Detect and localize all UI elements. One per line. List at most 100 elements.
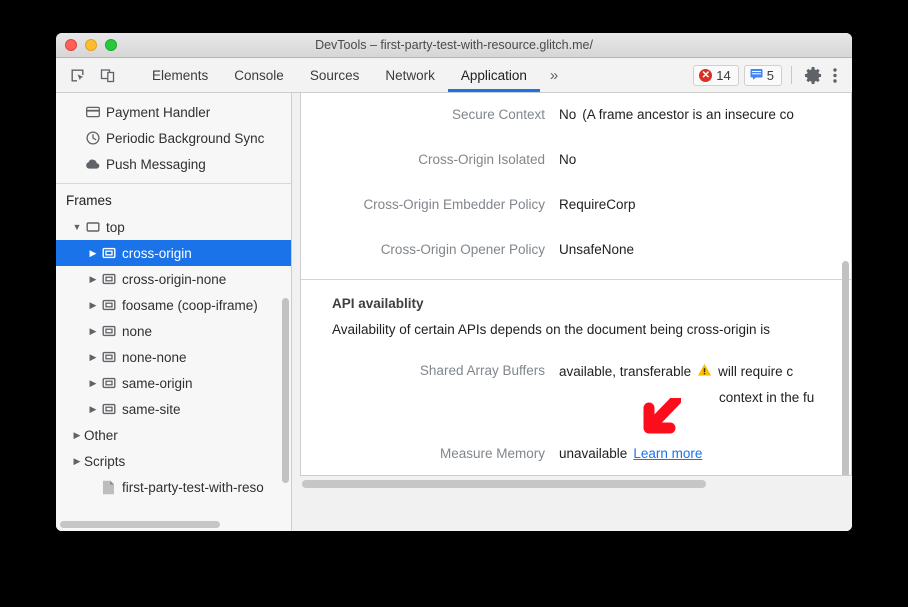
sidebar-vertical-scrollbar[interactable]: [282, 298, 289, 483]
scrollbar-thumb[interactable]: [302, 480, 706, 488]
row-value: available, transferable will require c: [559, 349, 793, 380]
device-toolbar-icon[interactable]: [96, 64, 118, 86]
error-icon: ✕: [699, 69, 712, 82]
iframe-icon: [100, 272, 117, 286]
sidebar-frame-top[interactable]: ▼ top: [56, 214, 291, 240]
sidebar-item-label: Push Messaging: [106, 157, 206, 172]
kebab-menu-icon[interactable]: [827, 63, 843, 87]
shared-array-buffers-warning: will require c: [718, 364, 793, 379]
sidebar-scroll-area: ▶ Payment Handler ▶: [56, 93, 291, 518]
sidebar-item-label: cross-origin-none: [122, 272, 226, 287]
measure-memory-value: unavailable: [559, 446, 627, 461]
sidebar-frame-cross-origin[interactable]: ▶ cross-origin: [56, 240, 291, 266]
sidebar-frame-same-origin[interactable]: ▶ same-origin: [56, 370, 291, 396]
traffic-lights: [65, 39, 117, 51]
tab-elements[interactable]: Elements: [139, 58, 221, 92]
row-cross-origin-isolated: Cross-Origin Isolated No: [301, 138, 851, 183]
devtools-toolbar: Elements Console Sources Network Applica…: [56, 58, 852, 93]
frames-section-header: Frames: [56, 183, 291, 214]
iframe-icon: [100, 324, 117, 338]
message-counter[interactable]: 5: [744, 65, 782, 86]
secure-context-note: (A frame ancestor is an insecure co: [582, 107, 794, 122]
row-key: Secure Context: [301, 93, 559, 122]
sidebar-item-other[interactable]: ▶ Other: [56, 422, 291, 448]
chevron-right-icon[interactable]: ▶: [86, 274, 100, 285]
sidebar-item-label: cross-origin: [122, 246, 192, 261]
error-count-label: 14: [716, 68, 730, 83]
zoom-button[interactable]: [105, 39, 117, 51]
sidebar-item-scripts[interactable]: ▶ Scripts: [56, 448, 291, 474]
scrollbar-thumb[interactable]: [60, 521, 220, 528]
sidebar-item-label: same-origin: [122, 376, 193, 391]
row-key: Cross-Origin Opener Policy: [301, 228, 559, 257]
sidebar-item-label: Scripts: [84, 454, 125, 469]
sidebar-item-label: same-site: [122, 402, 181, 417]
sidebar-frame-same-site[interactable]: ▶ same-site: [56, 396, 291, 422]
main-horizontal-scrollbar[interactable]: [300, 476, 852, 493]
tab-application[interactable]: Application: [448, 58, 540, 92]
iframe-icon: [100, 298, 117, 312]
panel-tabs: Elements Console Sources Network Applica…: [139, 58, 568, 92]
chevron-right-icon[interactable]: ▶: [70, 456, 84, 467]
sidebar-item-periodic-background-sync[interactable]: ▶ Periodic Background Sync: [56, 125, 291, 151]
sidebar-item-label: Other: [84, 428, 118, 443]
main-vertical-scrollbar[interactable]: [842, 261, 849, 476]
document-icon: [100, 480, 117, 495]
row-value: No: [559, 138, 576, 167]
sidebar-frame-none-none[interactable]: ▶ none-none: [56, 344, 291, 370]
application-sidebar: ▶ Payment Handler ▶: [56, 93, 292, 531]
row-cross-origin-opener-policy: Cross-Origin Opener Policy UnsafeNone: [301, 228, 851, 273]
cloud-icon: [84, 157, 101, 171]
chevron-right-icon[interactable]: ▶: [70, 430, 84, 441]
sidebar-item-label: top: [106, 220, 125, 235]
inspect-element-icon[interactable]: [66, 64, 88, 86]
shared-array-buffers-continuation: context in the fu: [301, 390, 851, 432]
frame-details-card: Secure Context No (A frame ancestor is a…: [300, 93, 852, 476]
row-cross-origin-embedder-policy: Cross-Origin Embedder Policy RequireCorp: [301, 183, 851, 228]
learn-more-link[interactable]: Learn more: [633, 446, 702, 461]
chevron-right-icon[interactable]: ▶: [86, 352, 100, 363]
toolbar-right-divider: [791, 66, 792, 84]
sidebar-item-push-messaging[interactable]: ▶ Push Messaging: [56, 151, 291, 177]
error-counter[interactable]: ✕ 14: [693, 65, 738, 86]
row-key: Measure Memory: [301, 432, 559, 461]
minimize-button[interactable]: [85, 39, 97, 51]
chevron-down-icon[interactable]: ▼: [70, 222, 84, 232]
sidebar-item-label: foosame (coop-iframe): [122, 298, 258, 313]
row-key: Shared Array Buffers: [301, 349, 559, 378]
more-tabs-icon[interactable]: »: [540, 58, 568, 92]
row-value: UnsafeNone: [559, 228, 634, 257]
api-availability-description: Availability of certain APIs depends on …: [301, 311, 851, 337]
tab-sources[interactable]: Sources: [297, 58, 373, 92]
close-button[interactable]: [65, 39, 77, 51]
iframe-icon: [100, 376, 117, 390]
chevron-right-icon[interactable]: ▶: [86, 248, 100, 259]
sidebar-item-label: none: [122, 324, 152, 339]
tab-network[interactable]: Network: [372, 58, 448, 92]
devtools-body: ▶ Payment Handler ▶: [56, 93, 852, 531]
window-title: DevTools – first-party-test-with-resourc…: [56, 38, 852, 52]
tab-console[interactable]: Console: [221, 58, 297, 92]
panel-footer: [300, 493, 852, 531]
sidebar-horizontal-scrollbar[interactable]: [56, 518, 291, 531]
secure-context-value: No: [559, 107, 576, 122]
message-count-label: 5: [767, 68, 774, 83]
payment-handler-icon: [84, 105, 101, 119]
sidebar-item-payment-handler[interactable]: ▶ Payment Handler: [56, 99, 291, 125]
sidebar-frame-none[interactable]: ▶ none: [56, 318, 291, 344]
sidebar-frame-cross-origin-none[interactable]: ▶ cross-origin-none: [56, 266, 291, 292]
gear-icon[interactable]: [801, 63, 825, 87]
chevron-right-icon[interactable]: ▶: [86, 326, 100, 337]
chevron-right-icon[interactable]: ▶: [86, 404, 100, 415]
row-shared-array-buffers: Shared Array Buffers available, transfer…: [301, 349, 851, 394]
iframe-icon: [100, 402, 117, 416]
row-secure-context: Secure Context No (A frame ancestor is a…: [301, 93, 851, 138]
chevron-right-icon[interactable]: ▶: [86, 300, 100, 311]
devtools-window: DevTools – first-party-test-with-resourc…: [56, 33, 852, 531]
row-key: Cross-Origin Isolated: [301, 138, 559, 167]
chevron-right-icon[interactable]: ▶: [86, 378, 100, 389]
row-key: Cross-Origin Embedder Policy: [301, 183, 559, 212]
row-value: RequireCorp: [559, 183, 636, 212]
sidebar-item-first-party-test[interactable]: first-party-test-with-reso: [56, 474, 291, 500]
sidebar-frame-foosame[interactable]: ▶ foosame (coop-iframe): [56, 292, 291, 318]
